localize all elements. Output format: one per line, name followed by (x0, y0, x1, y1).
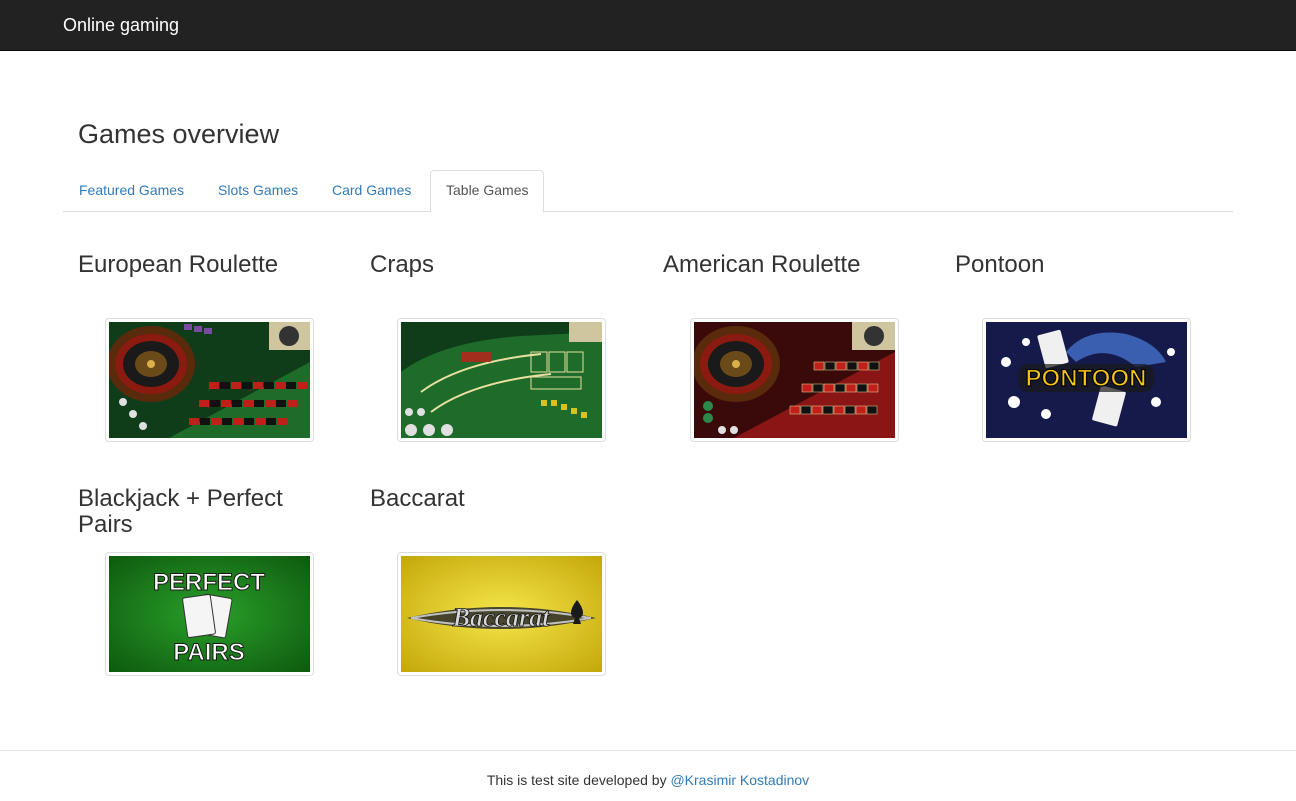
game-title: American Roulette (663, 251, 861, 278)
roulette-table-image (109, 322, 310, 438)
page-title: Games overview (78, 119, 280, 149)
baccarat-logo-text: Baccarat (452, 603, 551, 632)
tab-table-games[interactable]: Table Games (430, 170, 545, 213)
brand-link[interactable]: Online gaming (63, 14, 179, 36)
craps-table-image (401, 322, 602, 438)
game-title: Baccarat (370, 485, 465, 512)
svg-text:PAIRS: PAIRS (173, 639, 245, 666)
american-roulette-table-image (694, 322, 895, 438)
craps-thumbnail[interactable] (397, 318, 606, 442)
tab-featured-games[interactable]: Featured Games (64, 170, 199, 212)
pontoon-thumbnail[interactable]: PONTOON (982, 318, 1191, 442)
game-card-european-roulette: European Roulette (78, 251, 338, 442)
top-navbar: Online gaming (0, 0, 1296, 51)
footer-divider (0, 750, 1296, 751)
game-card-craps: Craps (370, 251, 630, 442)
european-roulette-thumbnail[interactable] (105, 318, 314, 442)
game-title: Blackjack + Perfect Pairs (78, 485, 283, 538)
game-title: Pontoon (955, 251, 1045, 278)
pontoon-logo-image: PONTOON (986, 322, 1187, 438)
game-card-blackjack-perfect-pairs: Blackjack + Perfect Pairs PERFECT PAIRS (78, 485, 338, 676)
game-title: European Roulette (78, 251, 279, 278)
author-link[interactable]: @Krasimir Kostadinov (670, 772, 809, 788)
tab-slots-games[interactable]: Slots Games (203, 170, 313, 212)
baccarat-logo-image: Baccarat (401, 556, 602, 672)
footer-text: This is test site developed by (486, 772, 671, 788)
blackjack-perfect-pairs-thumbnail[interactable]: PERFECT PAIRS (105, 552, 314, 676)
site-footer: This is test site developed by @Krasimir… (0, 772, 1296, 789)
american-roulette-thumbnail[interactable] (690, 318, 899, 442)
game-title: Craps (370, 251, 435, 278)
pontoon-logo-text: PONTOON (1026, 365, 1147, 392)
game-card-baccarat: Baccarat Baccarat (370, 485, 630, 676)
baccarat-thumbnail[interactable]: Baccarat (397, 552, 606, 676)
svg-text:PERFECT: PERFECT (153, 569, 265, 596)
game-card-american-roulette: American Roulette (663, 251, 923, 442)
game-card-pontoon: Pontoon PONTOON (955, 251, 1215, 442)
perfect-pairs-logo-image: PERFECT PAIRS (109, 556, 310, 672)
game-category-tabs: Featured Games Slots Games Card Games Ta… (63, 170, 1233, 213)
tab-card-games[interactable]: Card Games (317, 170, 426, 212)
